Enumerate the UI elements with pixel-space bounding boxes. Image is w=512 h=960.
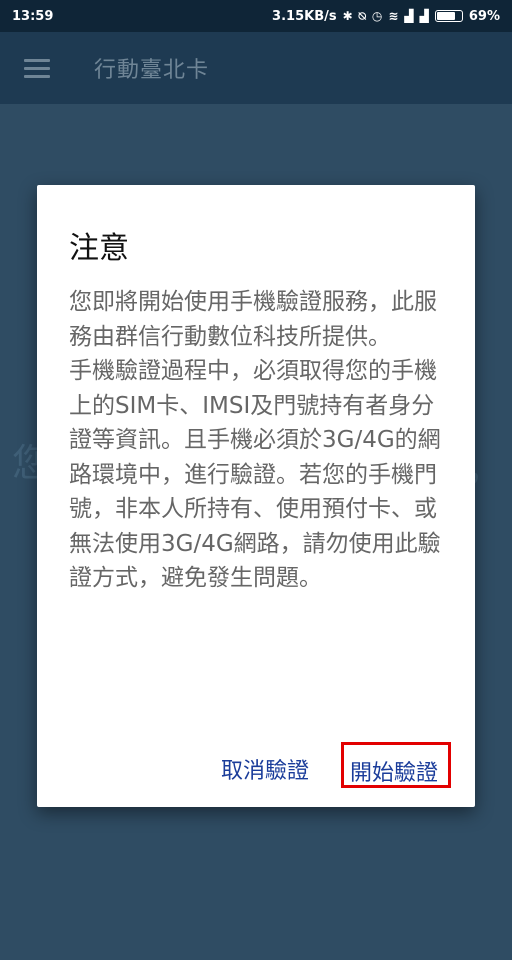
mute-icon: ⍉ [358,9,366,23]
bluetooth-icon: ✱ [342,9,353,23]
app-title: 行動臺北卡 [94,58,210,83]
app-bar: 行動臺北卡 [0,32,512,104]
wifi-icon: ≋ [388,9,399,23]
start-verification-button[interactable]: 開始驗證 [350,755,438,787]
battery-icon [434,10,463,22]
status-time: 13:59 [12,8,54,24]
hamburger-menu-icon[interactable] [24,58,50,78]
network-speed: 3.15KB/s [272,8,337,24]
signal-icon: ▟ [404,9,414,23]
start-button-highlight: 開始驗證 [341,742,451,788]
status-bar: 13:59 3.15KB/s ✱ ⍉ ◷ ≋ ▟ ▟ 69% [0,0,512,32]
signal-icon: ▟ [419,9,429,23]
battery-percent: 69% [468,8,500,24]
notice-dialog: 注意 您即將開始使用手機驗證服務，此服務由群信行動數位科技所提供。 手機驗證過程… [37,185,475,807]
dialog-title: 注意 [69,231,129,266]
alarm-icon: ◷ [371,9,383,23]
cancel-verification-button[interactable]: 取消驗證 [221,753,309,785]
status-icons: 3.15KB/s ✱ ⍉ ◷ ≋ ▟ ▟ 69% [272,9,500,24]
dialog-message: 您即將開始使用手機驗證服務，此服務由群信行動數位科技所提供。 手機驗證過程中，必… [69,289,441,591]
